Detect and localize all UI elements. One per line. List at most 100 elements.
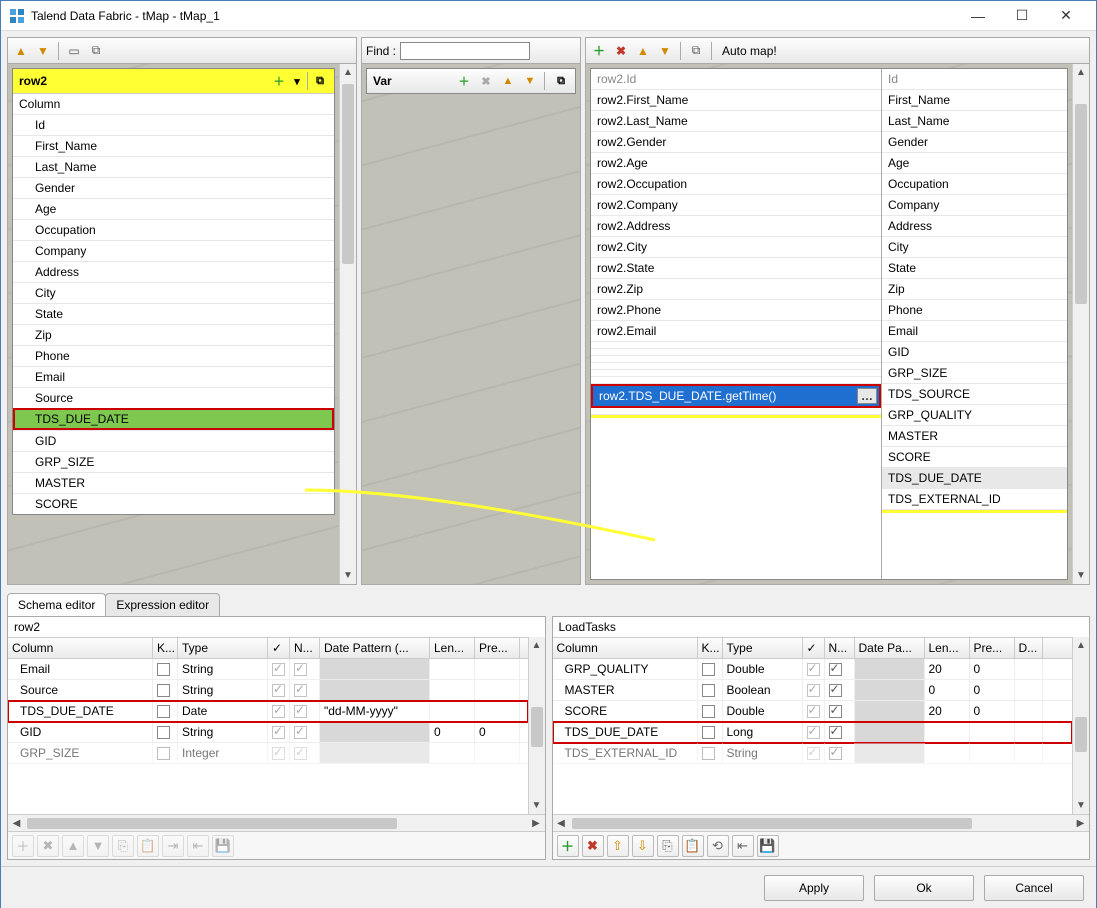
add-icon[interactable]: ＋ [271,73,287,89]
schema-cell[interactable] [1015,680,1043,700]
output-column[interactable]: SCORE [882,447,1067,468]
input-column-item[interactable]: GID [13,430,334,451]
schema-row[interactable]: MASTERBoolean00 [553,680,1073,701]
input-column-item[interactable]: Address [13,261,334,282]
schema-cell[interactable] [803,680,825,700]
schema-col-header[interactable]: K... [153,638,178,658]
sl-up-button[interactable]: ▲ [62,835,84,857]
schema-right-hscroll[interactable]: ◀ ▶ [553,814,1090,831]
output-column[interactable]: Gender [882,132,1067,153]
schema-cell[interactable] [268,701,290,721]
input-column-item[interactable]: SCORE [13,493,334,514]
schema-col-header[interactable]: D... [1015,638,1043,658]
schema-col-header[interactable]: ✓ [803,638,825,658]
schema-row[interactable]: EmailString [8,659,528,680]
sr-add-button[interactable]: ＋ [557,835,579,857]
schema-cell[interactable]: 0 [925,680,970,700]
schema-cell[interactable]: "dd-MM-yyyy" [320,701,430,721]
input-column-item[interactable]: Occupation [13,219,334,240]
schema-cell[interactable] [475,701,520,721]
out-add-icon[interactable]: ＋ [590,42,608,60]
input-column-item[interactable]: Zip [13,324,334,345]
sr-up-button[interactable]: ⇧ [607,835,629,857]
sl-remove-button[interactable]: ✖ [37,835,59,857]
schema-cell[interactable] [925,743,970,763]
input-column-item[interactable]: City [13,282,334,303]
schema-cell[interactable] [320,722,430,742]
output-expression[interactable]: row2.Id [591,69,881,90]
schema-cell[interactable]: String [178,722,268,742]
schema-cell[interactable] [153,701,178,721]
schema-cell[interactable] [153,722,178,742]
schema-cell[interactable] [825,743,855,763]
input-column-item[interactable]: Phone [13,345,334,366]
schema-col-header[interactable]: Len... [925,638,970,658]
schema-cell[interactable] [825,659,855,679]
output-column[interactable]: Phone [882,300,1067,321]
output-column[interactable]: TDS_SOURCE [882,384,1067,405]
schema-cell[interactable] [1015,743,1043,763]
output-expression-selected[interactable]: row2.TDS_DUE_DATE.getTime()… [591,384,881,408]
schema-cell[interactable]: TDS_DUE_DATE [8,701,153,721]
schema-col-header[interactable]: Date Pattern (... [320,638,430,658]
output-expression[interactable]: row2.Zip [591,279,881,300]
schema-cell[interactable]: 0 [475,722,520,742]
schema-col-header[interactable]: Pre... [970,638,1015,658]
sr-copy-button[interactable]: ⎘ [657,835,679,857]
output-expression[interactable] [591,363,881,370]
out-down-icon[interactable]: ▼ [656,42,674,60]
schema-cell[interactable]: MASTER [553,680,698,700]
schema-cell[interactable]: Date [178,701,268,721]
schema-cell[interactable] [803,743,825,763]
minimize-button[interactable]: — [956,2,1000,30]
output-expression[interactable] [591,342,881,349]
schema-cell[interactable] [803,659,825,679]
schema-cell[interactable]: GRP_SIZE [8,743,153,763]
schema-right-vscroll[interactable]: ▲ ▼ [1072,637,1089,814]
out-up-icon[interactable]: ▲ [634,42,652,60]
output-expression[interactable]: row2.Phone [591,300,881,321]
apply-button[interactable]: Apply [764,875,864,901]
schema-cell[interactable] [855,743,925,763]
schema-cell[interactable] [268,722,290,742]
tab-expression-editor[interactable]: Expression editor [105,593,220,616]
output-column[interactable]: GRP_SIZE [882,363,1067,384]
schema-cell[interactable] [320,680,430,700]
schema-col-header[interactable]: K... [698,638,723,658]
sl-copy-button[interactable]: ⎘ [112,835,134,857]
var-down-icon[interactable]: ▼ [522,73,538,89]
sr-remove-button[interactable]: ✖ [582,835,604,857]
schema-cell[interactable] [290,659,320,679]
move-down-icon[interactable]: ▼ [34,42,52,60]
schema-cell[interactable] [268,659,290,679]
schema-cell[interactable] [825,701,855,721]
output-expression[interactable]: row2.Last_Name [591,111,881,132]
out-remove-icon[interactable]: ✖ [612,42,630,60]
schema-cell[interactable] [153,680,178,700]
schema-cell[interactable]: 0 [970,659,1015,679]
output-expression[interactable] [591,349,881,356]
schema-col-header[interactable]: Type [723,638,803,658]
schema-cell[interactable] [1015,659,1043,679]
schema-cell[interactable] [430,701,475,721]
sl-export-button[interactable]: ⇤ [187,835,209,857]
schema-cell[interactable]: 20 [925,659,970,679]
output-expression[interactable]: row2.Occupation [591,174,881,195]
output-column[interactable]: City [882,237,1067,258]
sl-down-button[interactable]: ▼ [87,835,109,857]
schema-cell[interactable] [698,722,723,742]
move-up-icon[interactable]: ▲ [12,42,30,60]
sr-paste-button[interactable]: 📋 [682,835,704,857]
schema-cell[interactable]: 0 [970,701,1015,721]
maximize-button[interactable]: ☐ [1000,2,1044,30]
schema-row[interactable]: GRP_SIZEInteger [8,743,528,764]
minimize-tables-icon[interactable]: ▭ [65,42,83,60]
schema-cell[interactable]: 0 [970,680,1015,700]
sr-sync-button[interactable]: ⟲ [707,835,729,857]
output-column[interactable]: First_Name [882,90,1067,111]
input-column-item[interactable]: MASTER [13,472,334,493]
input-column-item[interactable]: GRP_SIZE [13,451,334,472]
schema-cell[interactable] [1015,722,1043,742]
output-scrollbar[interactable]: ▲ ▼ [1072,64,1089,584]
output-expression[interactable] [591,356,881,363]
